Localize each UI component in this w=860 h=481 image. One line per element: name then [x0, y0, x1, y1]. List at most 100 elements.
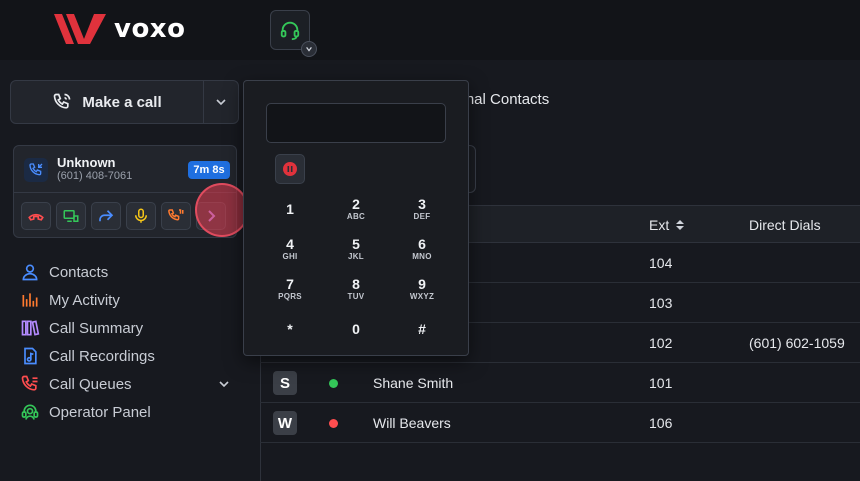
row-ext: 104: [649, 255, 673, 271]
caller-name: Unknown: [57, 155, 116, 170]
key-digit: 6: [418, 235, 426, 252]
transfer-screen-icon: [63, 210, 79, 222]
key-letters: PQRS: [278, 291, 302, 301]
row-ext: 102: [649, 335, 673, 351]
activity-icon: [22, 293, 38, 307]
dialpad-key-8[interactable]: 8 TUV: [323, 269, 389, 309]
sidebar-item-label: My Activity: [49, 291, 120, 309]
key-digit: #: [418, 320, 426, 337]
status-online-indicator: [329, 379, 338, 388]
key-letters: ABC: [346, 211, 366, 221]
sidebar-item-label: Call Queues: [49, 375, 132, 393]
chevron-down-icon[interactable]: [301, 41, 317, 57]
row-ext: 103: [649, 295, 673, 311]
column-header-ext-label: Ext: [649, 217, 670, 233]
sidebar-item-call-queues[interactable]: Call Queues: [20, 370, 238, 398]
incoming-call-icon: [24, 157, 48, 182]
column-header-direct-dials: Direct Dials: [749, 217, 821, 233]
sidebar-item-label: Call Summary: [49, 319, 144, 337]
recordings-icon: [24, 347, 37, 365]
chevron-down-icon: [216, 99, 226, 106]
key-letters: JKL: [347, 251, 364, 261]
key-digit: 3: [418, 195, 426, 212]
key-letters: GHI: [282, 251, 298, 261]
mute-button[interactable]: [126, 202, 156, 230]
operator-icon: [21, 404, 39, 420]
dialpad-key-1[interactable]: 1: [257, 189, 323, 229]
key-digit: 4: [286, 235, 294, 252]
voicemail-button[interactable]: [161, 202, 191, 230]
key-letters: DEF: [413, 211, 431, 221]
key-letters: WXYZ: [409, 291, 435, 301]
dialpad-key-2[interactable]: 2 ABC: [323, 189, 389, 229]
phone-icon: [54, 93, 71, 109]
key-letters: MNO: [412, 251, 432, 261]
dialpad-key-star[interactable]: *: [257, 309, 323, 349]
chevron-down-icon[interactable]: [218, 378, 230, 390]
key-digit: 2: [352, 195, 360, 212]
transfer-screen-button[interactable]: [56, 202, 86, 230]
summary-icon: [21, 320, 40, 336]
voxo-logo-mark-icon: [54, 14, 106, 44]
key-digit: 1: [286, 200, 294, 217]
row-name: Shane Smith: [373, 375, 454, 391]
queues-icon: [21, 375, 38, 391]
dialpad-key-9[interactable]: 9 WXYZ: [389, 269, 455, 309]
microphone-icon: [135, 208, 147, 223]
forward-button[interactable]: [91, 202, 121, 230]
table-row[interactable]: S Shane Smith 101: [260, 363, 860, 403]
key-digit: 9: [418, 275, 426, 292]
row-name: Will Beavers: [373, 415, 451, 431]
sidebar-nav: Contacts My Activity Call Summary Call R…: [20, 258, 238, 426]
key-digit: *: [287, 320, 293, 337]
row-direct-dial: (601) 602-1059: [749, 335, 845, 351]
dial-input[interactable]: [266, 103, 446, 143]
dialpad-key-0[interactable]: 0: [323, 309, 389, 349]
make-call-split-button: Make a call: [10, 80, 239, 124]
top-bar: voxo: [0, 0, 860, 60]
brand-name: voxo: [114, 14, 186, 44]
row-ext: 106: [649, 415, 673, 431]
make-call-button[interactable]: Make a call: [11, 81, 204, 123]
call-duration-badge: 7m 8s: [188, 161, 230, 179]
avatar: W: [273, 411, 297, 435]
dialpad-key-6[interactable]: 6 MNO: [389, 229, 455, 269]
sidebar-item-call-recordings[interactable]: Call Recordings: [20, 342, 238, 370]
table-row[interactable]: W Will Beavers 106: [260, 403, 860, 443]
contacts-icon: [22, 264, 38, 281]
sidebar-item-my-activity[interactable]: My Activity: [20, 286, 238, 314]
dialpad-keys: 1 2 ABC 3 DEF 4 GHI 5 JKL 6 MNO 7 PQRS 8 TUV 9W…: [257, 189, 457, 349]
forward-icon: [99, 210, 114, 222]
sidebar-item-label: Contacts: [49, 263, 109, 281]
dialpad-key-3[interactable]: 3 DEF: [389, 189, 455, 229]
headset-icon: [280, 21, 300, 41]
headset-status-button[interactable]: [270, 10, 317, 57]
sidebar-item-label: Call Recordings: [49, 347, 155, 365]
sidebar-item-call-summary[interactable]: Call Summary: [20, 314, 238, 342]
column-header-ext[interactable]: Ext: [649, 217, 685, 233]
caller-info: Unknown (601) 408-7061: [24, 156, 132, 183]
sidebar-item-operator-panel[interactable]: Operator Panel: [20, 398, 238, 426]
hangup-button[interactable]: [21, 202, 51, 230]
sidebar-item-label: Operator Panel: [49, 403, 151, 421]
status-busy-indicator: [329, 419, 338, 428]
sidebar-item-contacts[interactable]: Contacts: [20, 258, 238, 286]
dialpad-key-5[interactable]: 5 JKL: [323, 229, 389, 269]
caller-number: (601) 408-7061: [57, 170, 133, 182]
key-digit: 0: [352, 320, 360, 337]
dialpad-key-hash[interactable]: #: [389, 309, 455, 349]
voxo-logo: voxo: [52, 12, 185, 46]
hangup-icon: [28, 213, 44, 221]
avatar: S: [273, 371, 297, 395]
key-digit: 7: [286, 275, 294, 292]
record-button[interactable]: [275, 154, 305, 184]
make-call-dropdown[interactable]: [204, 81, 238, 123]
dialpad-popover: 1 2 ABC 3 DEF 4 GHI 5 JKL 6 MNO 7 PQRS 8 TUV 9W…: [243, 80, 469, 356]
key-digit: 8: [352, 275, 360, 292]
click-highlight: [195, 183, 249, 237]
key-letters: TUV: [347, 291, 365, 301]
dialpad-key-4[interactable]: 4 GHI: [257, 229, 323, 269]
row-ext: 101: [649, 375, 673, 391]
make-call-label: Make a call: [82, 93, 162, 111]
dialpad-key-7[interactable]: 7 PQRS: [257, 269, 323, 309]
